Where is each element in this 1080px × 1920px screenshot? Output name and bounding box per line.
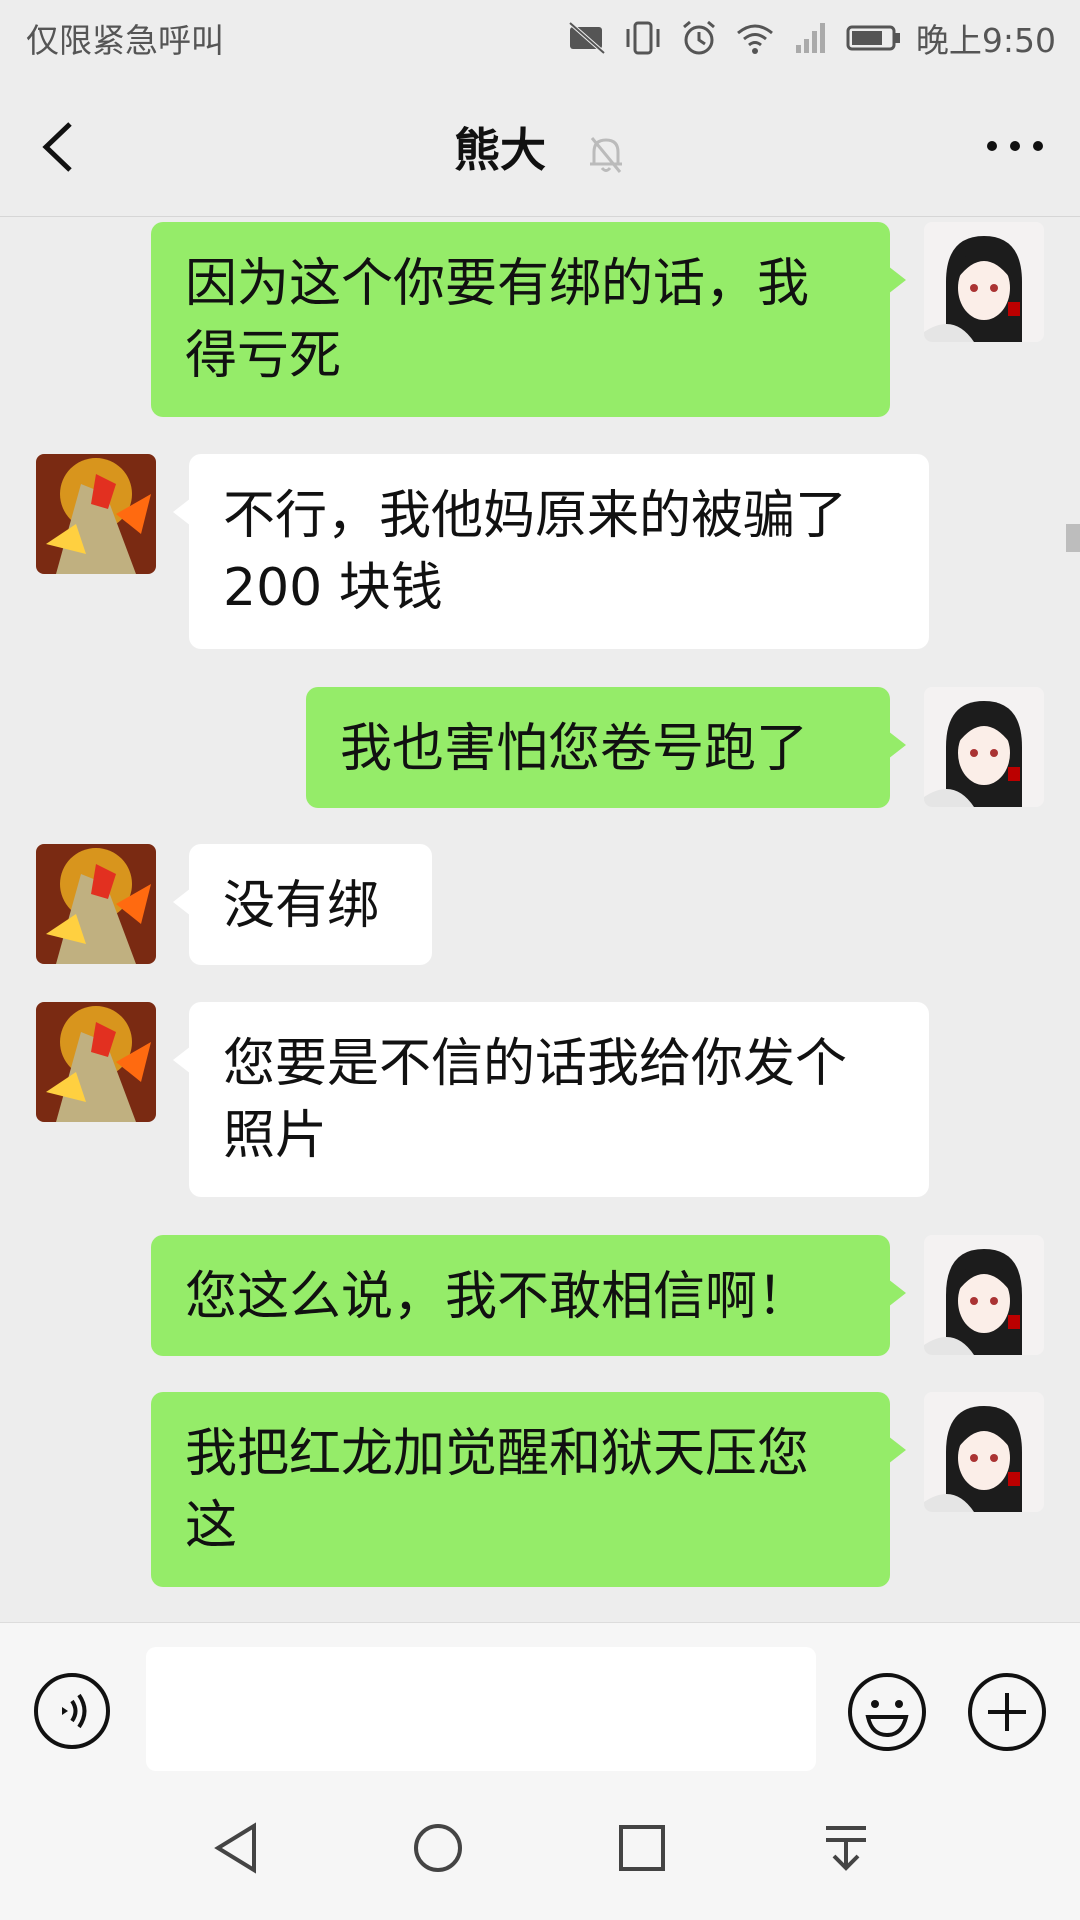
my-avatar[interactable]	[924, 1392, 1044, 1512]
message-line: 您要是不信的话我给你发个	[223, 1034, 848, 1094]
input-bar	[0, 1622, 1080, 1783]
message-input[interactable]	[146, 1647, 816, 1771]
message-line: 您这么说，我不敢相信啊！	[185, 1267, 810, 1327]
my-avatar[interactable]	[924, 222, 1044, 342]
more-dots-icon[interactable]	[980, 126, 1050, 166]
my-avatar[interactable]	[924, 1235, 1044, 1355]
battery-icon	[846, 25, 900, 51]
chat-title: 熊大	[453, 123, 546, 177]
message-list[interactable]: 因为这个你要有绑的话，我 得亏死 不行，我他妈原来的被骗了 200 块钱 我也害…	[0, 217, 1080, 1622]
message-bubble[interactable]: 我也害怕您卷号跑了	[306, 687, 906, 808]
message-line: 我也害怕您卷号跑了	[340, 719, 809, 779]
back-triangle-icon[interactable]	[206, 1818, 266, 1878]
my-avatar[interactable]	[924, 687, 1044, 807]
message-line: 这	[185, 1496, 238, 1556]
carrier-text: 仅限紧急呼叫	[26, 21, 224, 60]
message-line: 200 块钱	[223, 558, 443, 618]
status-icons: 晚上9:50	[566, 14, 1056, 62]
contact-avatar[interactable]	[36, 844, 156, 964]
signal-icon	[795, 23, 825, 53]
message-bubble[interactable]: 没有绑	[173, 844, 432, 965]
message-bubble[interactable]: 您这么说，我不敢相信啊！	[151, 1235, 906, 1356]
contact-avatar[interactable]	[36, 454, 156, 574]
scrollbar-thumb[interactable]	[1066, 524, 1080, 552]
message-line: 照片	[223, 1106, 328, 1166]
message-line: 得亏死	[185, 326, 342, 386]
emoji-icon[interactable]	[846, 1671, 928, 1753]
message-bubble[interactable]: 我把红龙加觉醒和狱天压您 这	[151, 1392, 906, 1587]
wifi-icon	[736, 24, 773, 54]
voice-icon[interactable]	[32, 1671, 112, 1751]
sim-disabled-icon	[568, 21, 606, 55]
chat-header: 熊大	[0, 76, 1080, 217]
message-bubble[interactable]: 因为这个你要有绑的话，我 得亏死	[151, 222, 906, 417]
contact-avatar[interactable]	[36, 1002, 156, 1122]
message-line: 没有绑	[223, 876, 380, 936]
message-bubble[interactable]: 您要是不信的话我给你发个 照片	[173, 1002, 929, 1197]
bell-off-icon	[590, 136, 622, 173]
status-bar: 仅限紧急呼叫 晚上9:50	[0, 0, 1080, 76]
recents-square-icon[interactable]	[612, 1818, 672, 1878]
clock-time: 晚上9:50	[915, 21, 1056, 60]
system-nav-bar	[0, 1782, 1080, 1920]
plus-circle-icon[interactable]	[966, 1671, 1048, 1753]
message-line: 不行，我他妈原来的被骗了	[223, 486, 848, 546]
notification-pull-icon[interactable]	[816, 1818, 876, 1878]
message-bubble[interactable]: 不行，我他妈原来的被骗了 200 块钱	[173, 454, 929, 649]
message-line: 我把红龙加觉醒和狱天压您	[185, 1424, 810, 1484]
home-circle-icon[interactable]	[408, 1818, 468, 1878]
message-line: 因为这个你要有绑的话，我	[185, 254, 810, 314]
alarm-icon	[682, 20, 715, 55]
vibrate-icon	[626, 21, 660, 55]
